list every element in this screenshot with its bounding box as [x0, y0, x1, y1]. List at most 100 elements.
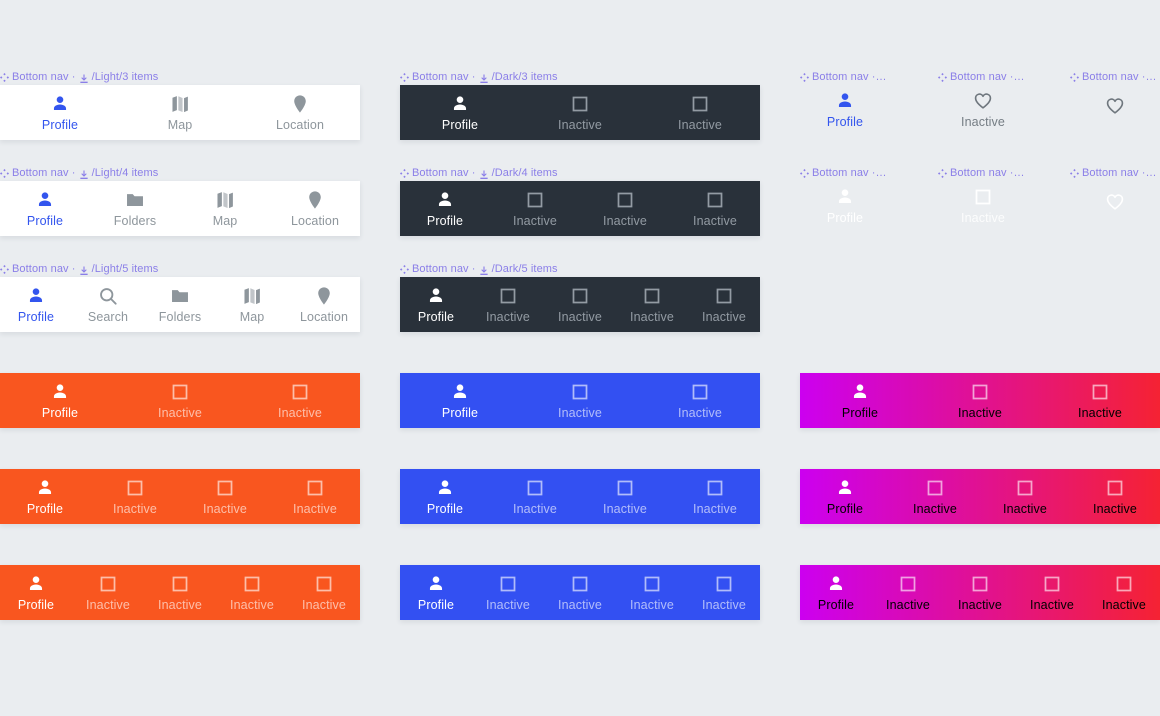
layer-label[interactable]: Bottom nav · /Dark/4 items: [400, 167, 558, 180]
nav-item-inactive-4[interactable]: Inactive: [1070, 469, 1160, 524]
nav-item-profile[interactable]: Profile: [0, 277, 72, 332]
nav-item-profile[interactable]: Profile: [400, 565, 472, 620]
bottom-nav-orange-3[interactable]: Profile Inactive Inactive: [0, 373, 360, 428]
nav-item-inactive-2[interactable]: Inactive: [72, 565, 144, 620]
nav-item-profile[interactable]: Profile: [400, 469, 490, 524]
nav-item-inactive-4[interactable]: Location: [270, 181, 360, 236]
nav-item-inactive-2[interactable]: Inactive: [520, 85, 640, 140]
nav-item-inactive-3[interactable]: Inactive: [980, 469, 1070, 524]
bottom-nav-orange-5[interactable]: Profile Inactive Inactive Inactive Inactive: [0, 565, 360, 620]
layer-label[interactable]: Bottom nav ·…: [1070, 167, 1157, 180]
nav-item-inactive-4[interactable]: Inactive: [216, 565, 288, 620]
bottom-nav-blue-5[interactable]: Profile Inactive Inactive Inactive Inactive: [400, 565, 760, 620]
layer-label[interactable]: Bottom nav · /Light/4 items: [0, 167, 158, 180]
bottom-nav-light-4[interactable]: Profile Folders Map Location: [0, 181, 360, 236]
nav-item-inactive-5[interactable]: Location: [288, 277, 360, 332]
nav-item-inactive-3[interactable]: Inactive: [1040, 373, 1160, 428]
nav-item-inactive-3[interactable]: Inactive: [240, 373, 360, 428]
layer-label-prefix: Bottom nav ·: [412, 263, 476, 275]
nav-item-inactive-2[interactable]: Inactive: [90, 469, 180, 524]
nav-item-inactive-4[interactable]: Inactive: [616, 565, 688, 620]
nav-item-inactive-3[interactable]: Map: [180, 181, 270, 236]
nav-item-single-heart-onwhite[interactable]: [1070, 191, 1160, 213]
nav-item-single-inactive-heart-light[interactable]: Inactive: [938, 90, 1028, 130]
nav-item-inactive-2[interactable]: Inactive: [120, 373, 240, 428]
bottom-nav-dark-3[interactable]: Profile Inactive Inactive: [400, 85, 760, 140]
nav-item-inactive-3[interactable]: Inactive: [640, 373, 760, 428]
bottom-nav-blue-3[interactable]: Profile Inactive Inactive: [400, 373, 760, 428]
bottom-nav-orange-4[interactable]: Profile Inactive Inactive Inactive: [0, 469, 360, 524]
nav-item-profile[interactable]: Profile: [400, 277, 472, 332]
nav-item-inactive-4[interactable]: Map: [216, 277, 288, 332]
nav-item-inactive-5[interactable]: Inactive: [1088, 565, 1160, 620]
layer-label[interactable]: Bottom nav ·…: [1070, 71, 1157, 84]
nav-item-inactive-2[interactable]: Map: [120, 85, 240, 140]
layer-label-prefix: Bottom nav ·…: [950, 71, 1025, 83]
bottom-nav-dark-5[interactable]: Profile Inactive Inactive Inactive Inactive: [400, 277, 760, 332]
nav-item-inactive-2[interactable]: Inactive: [920, 373, 1040, 428]
nav-item-label: Inactive: [230, 598, 274, 612]
nav-item-inactive-2[interactable]: Search: [72, 277, 144, 332]
layer-label[interactable]: Bottom nav · /Dark/3 items: [400, 71, 558, 84]
nav-item-inactive-3[interactable]: Inactive: [180, 469, 270, 524]
nav-item-inactive-3[interactable]: Inactive: [580, 181, 670, 236]
nav-item-inactive-2[interactable]: Inactive: [490, 469, 580, 524]
bottom-nav-light-5[interactable]: Profile Search Folders Map Location: [0, 277, 360, 332]
bottom-nav-gradient-3[interactable]: Profile Inactive Inactive: [800, 373, 1160, 428]
nav-item-single-heart-nolabel[interactable]: [1070, 95, 1160, 117]
layer-label[interactable]: Bottom nav · /Light/3 items: [0, 71, 158, 84]
nav-item-inactive-2[interactable]: Inactive: [472, 277, 544, 332]
nav-item-inactive-4[interactable]: Inactive: [670, 469, 760, 524]
nav-item-profile[interactable]: Profile: [400, 85, 520, 140]
nav-item-profile[interactable]: Profile: [400, 181, 490, 236]
nav-item-inactive-2[interactable]: Inactive: [490, 181, 580, 236]
layer-label[interactable]: Bottom nav ·…: [800, 71, 887, 84]
nav-item-inactive-4[interactable]: Inactive: [1016, 565, 1088, 620]
nav-item-inactive-3[interactable]: Inactive: [544, 565, 616, 620]
layer-label[interactable]: Bottom nav ·…: [938, 167, 1025, 180]
layer-label[interactable]: Bottom nav · /Light/5 items: [0, 263, 158, 276]
nav-item-profile[interactable]: Profile: [0, 373, 120, 428]
nav-item-single-inactive-onwhite[interactable]: Inactive: [938, 186, 1028, 226]
nav-item-inactive-4[interactable]: Inactive: [670, 181, 760, 236]
nav-item-profile[interactable]: Profile: [800, 373, 920, 428]
download-icon: [479, 265, 489, 276]
nav-item-inactive-4[interactable]: Inactive: [616, 277, 688, 332]
nav-item-profile[interactable]: Profile: [0, 85, 120, 140]
nav-item-inactive-2[interactable]: Inactive: [472, 565, 544, 620]
bottom-nav-light-3[interactable]: Profile Map Location: [0, 85, 360, 140]
nav-item-profile[interactable]: Profile: [800, 565, 872, 620]
nav-item-inactive-3[interactable]: Location: [240, 85, 360, 140]
bottom-nav-dark-4[interactable]: Profile Inactive Inactive Inactive: [400, 181, 760, 236]
nav-item-inactive-5[interactable]: Inactive: [688, 277, 760, 332]
layer-label[interactable]: Bottom nav · /Dark/5 items: [400, 263, 558, 276]
nav-item-single-profile-light[interactable]: Profile: [800, 90, 890, 130]
nav-item-inactive-3[interactable]: Inactive: [640, 85, 760, 140]
layer-label[interactable]: Bottom nav ·…: [800, 167, 887, 180]
nav-item-inactive-2[interactable]: Inactive: [872, 565, 944, 620]
nav-item-profile[interactable]: Profile: [0, 565, 72, 620]
nav-item-inactive-4[interactable]: Inactive: [270, 469, 360, 524]
bottom-nav-gradient-5[interactable]: Profile Inactive Inactive Inactive Inactive: [800, 565, 1160, 620]
layer-label-prefix: Bottom nav ·: [12, 71, 76, 83]
bottom-nav-blue-4[interactable]: Profile Inactive Inactive Inactive: [400, 469, 760, 524]
nav-item-profile[interactable]: Profile: [0, 181, 90, 236]
nav-item-inactive-3[interactable]: Folders: [144, 277, 216, 332]
nav-item-inactive-5[interactable]: Inactive: [288, 565, 360, 620]
nav-item-inactive-2[interactable]: Inactive: [520, 373, 640, 428]
nav-item-inactive-3[interactable]: Inactive: [544, 277, 616, 332]
heart-icon: [1104, 95, 1126, 117]
nav-item-profile[interactable]: Profile: [800, 469, 890, 524]
nav-item-inactive-3[interactable]: Inactive: [944, 565, 1016, 620]
nav-item-inactive-3[interactable]: Inactive: [144, 565, 216, 620]
nav-item-inactive-5[interactable]: Inactive: [688, 565, 760, 620]
nav-item-inactive-2[interactable]: Folders: [90, 181, 180, 236]
bottom-nav-gradient-4[interactable]: Profile Inactive Inactive Inactive: [800, 469, 1160, 524]
nav-item-label: Location: [290, 214, 340, 228]
nav-item-inactive-3[interactable]: Inactive: [580, 469, 670, 524]
layer-label[interactable]: Bottom nav ·…: [938, 71, 1025, 84]
nav-item-single-profile-onwhite[interactable]: Profile: [800, 186, 890, 226]
nav-item-inactive-2[interactable]: Inactive: [890, 469, 980, 524]
nav-item-profile[interactable]: Profile: [400, 373, 520, 428]
nav-item-profile[interactable]: Profile: [0, 469, 90, 524]
